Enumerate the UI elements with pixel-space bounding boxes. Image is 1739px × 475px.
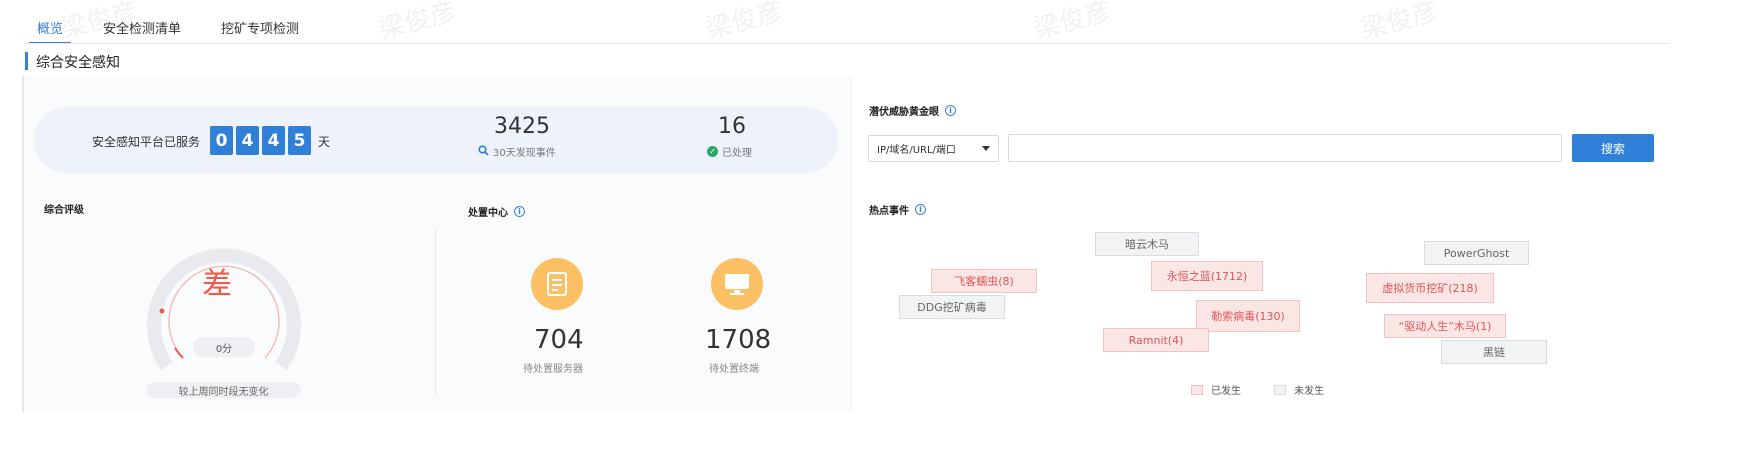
tab-bar: 概览 安全检测清单 挖矿专项检测: [29, 8, 339, 44]
hot-event-tag[interactable]: 暗云木马: [1095, 232, 1199, 256]
handled-caption: ✓ 已处理: [707, 144, 752, 159]
right-panel: [850, 76, 1670, 412]
search-type-value: IP/域名/URL/端口: [877, 145, 956, 156]
watermark: 梁俊彦: [1358, 0, 1442, 45]
panel-divider: [435, 228, 436, 396]
legend-not-occurred: 未发生: [1274, 382, 1324, 397]
counter-digit: 0: [210, 126, 233, 155]
tab-divider: [25, 43, 1670, 44]
watermark: 梁俊彦: [376, 0, 460, 45]
servers-count[interactable]: 704: [534, 325, 584, 355]
counter-digit: 4: [262, 126, 285, 155]
rating-gauge: 差: [147, 248, 301, 371]
servers-label: 待处置服务器: [523, 364, 583, 375]
info-icon[interactable]: i: [915, 204, 926, 215]
rating-score: 0分: [193, 337, 255, 357]
info-icon[interactable]: i: [514, 206, 525, 217]
disposal-title: 处置中心 i: [468, 204, 525, 219]
days-unit: 天: [318, 135, 331, 149]
service-days-counter: 0 4 4 5: [210, 126, 311, 155]
legend-swatch: [1191, 384, 1203, 395]
legend-not-occurred-label: 未发生: [1294, 386, 1324, 397]
monitor-icon: [711, 258, 763, 310]
check-circle-icon: ✓: [707, 146, 718, 157]
info-icon[interactable]: i: [945, 105, 956, 116]
section-accent-bar: [25, 52, 28, 70]
hot-event-tag[interactable]: DDG挖矿病毒: [899, 295, 1005, 319]
hot-event-tag[interactable]: 虚拟货币挖矿(218): [1366, 273, 1494, 303]
tab-security-checklist[interactable]: 安全检测清单: [103, 8, 181, 44]
handled-label: 已处理: [722, 148, 752, 159]
events-count[interactable]: 3425: [494, 114, 550, 139]
counter-digit: 5: [288, 126, 311, 155]
counter-digit: 4: [236, 126, 259, 155]
hot-event-tag[interactable]: Ramnit(4): [1103, 328, 1209, 352]
search-icon: [478, 144, 489, 159]
hot-event-tag[interactable]: 永恒之蓝(1712): [1151, 261, 1263, 291]
search-input[interactable]: [1008, 134, 1562, 162]
hot-event-tag[interactable]: “驱动人生”木马(1): [1384, 314, 1506, 338]
server-icon: [531, 258, 583, 310]
terminals-count[interactable]: 1708: [705, 325, 771, 355]
handled-count[interactable]: 16: [718, 114, 746, 139]
events-label: 30天发现事件: [493, 148, 556, 159]
service-days-label: 安全感知平台已服务: [92, 135, 201, 149]
search-button[interactable]: 搜索: [1572, 134, 1654, 162]
hot-event-tag[interactable]: 飞客蠕虫(8): [931, 269, 1037, 293]
hot-event-tag[interactable]: 勒索病毒(130): [1196, 300, 1300, 332]
events-caption: 30天发现事件: [478, 144, 556, 159]
hot-event-tag[interactable]: PowerGhost: [1424, 241, 1529, 265]
chevron-down-icon: [982, 146, 990, 151]
gold-eye-title-text: 潜伏威胁黄金眼: [869, 107, 939, 118]
legend-occurred-label: 已发生: [1211, 386, 1241, 397]
hot-event-tag[interactable]: 黑链: [1441, 340, 1547, 364]
search-type-select[interactable]: IP/域名/URL/端口: [868, 135, 999, 162]
page: 梁俊彦 梁俊彦 梁俊彦 梁俊彦 梁俊彦 梁俊彦 梁俊彦 梁俊彦 梁俊彦 梁俊彦 …: [0, 0, 1739, 475]
section-title: 综合安全感知: [36, 55, 120, 71]
terminals-label: 待处置终端: [709, 364, 759, 375]
tab-mining-detection[interactable]: 挖矿专项检测: [221, 8, 299, 44]
tab-overview[interactable]: 概览: [29, 8, 72, 44]
hot-events-title: 热点事件 i: [869, 202, 926, 217]
gold-eye-title: 潜伏威胁黄金眼 i: [869, 103, 956, 118]
legend-occurred: 已发生: [1191, 382, 1241, 397]
legend-swatch: [1274, 384, 1286, 395]
hot-events-title-text: 热点事件: [869, 206, 909, 217]
rating-title: 综合评级: [44, 205, 84, 216]
watermark: 梁俊彦: [703, 0, 787, 45]
rating-compare: 较上周同时段无变化: [146, 382, 301, 398]
watermark: 梁俊彦: [1031, 0, 1115, 45]
disposal-title-text: 处置中心: [468, 208, 508, 219]
rating-grade: 差: [202, 267, 232, 302]
